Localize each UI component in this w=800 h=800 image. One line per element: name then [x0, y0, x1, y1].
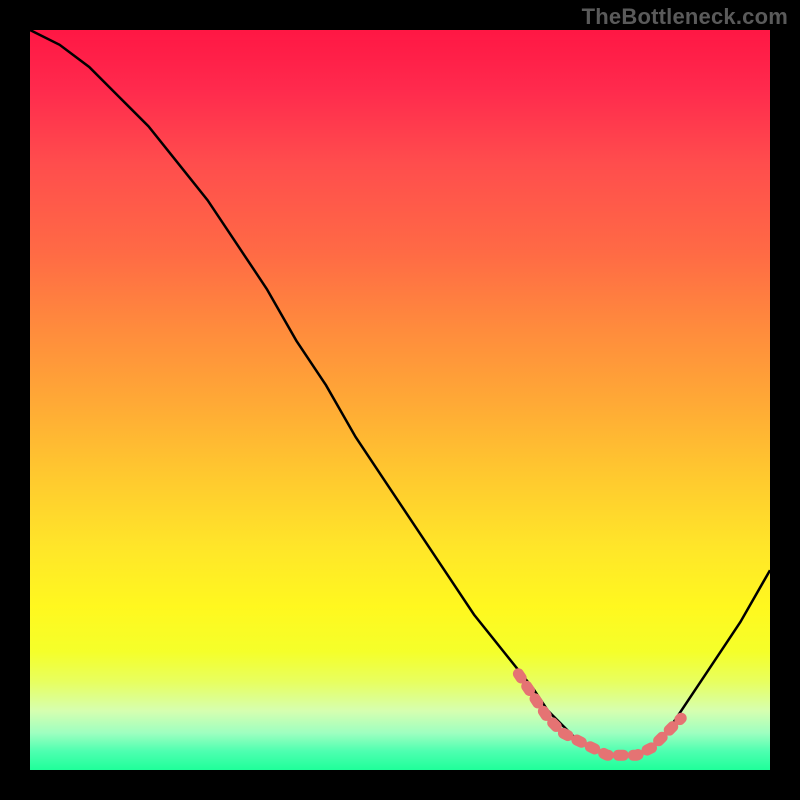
curve-svg [30, 30, 770, 770]
valley-marker [518, 674, 681, 755]
chart-root: TheBottleneck.com [0, 0, 800, 800]
main-curve [30, 30, 770, 755]
plot-area [30, 30, 770, 770]
attribution-text: TheBottleneck.com [582, 4, 788, 30]
